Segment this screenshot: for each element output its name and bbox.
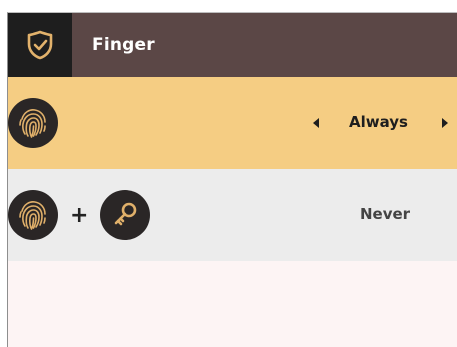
verify-row-finger-plus-key[interactable]: + Never <box>8 169 457 261</box>
mode-value: Always <box>349 113 408 131</box>
header-bar: Finger <box>8 13 457 77</box>
fingerprint-icon <box>8 98 58 148</box>
verify-row-finger[interactable]: Always <box>8 77 457 169</box>
page-title: Finger <box>92 35 155 55</box>
mode-value: Never <box>360 205 411 223</box>
plus-separator: + <box>70 202 89 228</box>
settings-panel: Finger Always + Never <box>7 12 457 347</box>
shield-check-icon <box>27 30 53 60</box>
shield-icon-box <box>8 13 72 77</box>
fingerprint-icon <box>8 190 58 240</box>
prev-arrow-icon[interactable] <box>313 118 319 128</box>
key-icon <box>100 190 151 240</box>
next-arrow-icon[interactable] <box>442 118 448 128</box>
